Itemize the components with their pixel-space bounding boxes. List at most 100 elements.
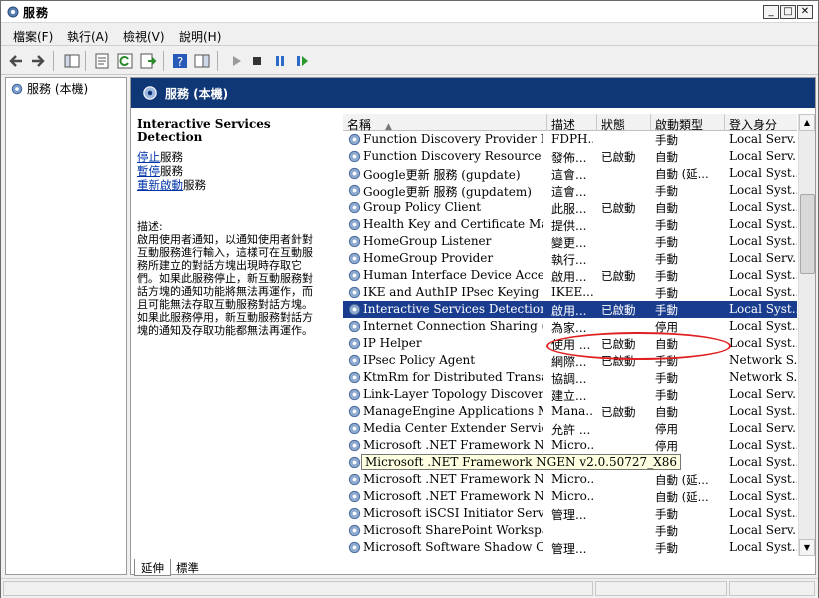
service-gear-icon <box>348 371 361 384</box>
tree-item-label: 服務 (本機) <box>27 82 89 96</box>
service-startup-type: 手動 <box>655 218 678 232</box>
service-row[interactable]: ManageEngine Applications Manager Mana...… <box>343 403 797 420</box>
status-bar <box>1 578 818 598</box>
service-log-on-as: Local Syst... <box>729 183 797 197</box>
service-row[interactable]: Microsoft Software Shadow Copy P... 管理...… <box>343 539 797 556</box>
service-log-on-as: Local Syst... <box>729 438 797 452</box>
service-row[interactable]: KtmRm for Distributed Transaction ... 協調.… <box>343 369 797 386</box>
service-row[interactable]: Microsoft .NET Framework NGEN ...Micro..… <box>343 488 797 505</box>
menu-view[interactable]: 檢視(V) <box>123 28 165 45</box>
description-line: 互動服務進行輸入，這樣可在互動服 <box>137 246 313 259</box>
column-header-startup-type[interactable]: 啟動類型 <box>651 114 725 131</box>
console-tree: 服務 (本機) <box>5 77 127 575</box>
vertical-scrollbar[interactable]: ▲ ▼ <box>798 114 815 556</box>
column-header-status[interactable]: 狀態 <box>597 114 651 131</box>
menu-help[interactable]: 說明(H) <box>179 28 221 45</box>
minimize-button[interactable]: _ <box>763 5 779 19</box>
back-arrow-icon[interactable] <box>7 52 25 70</box>
show-console-tree-icon[interactable] <box>63 52 81 70</box>
start-service-icon[interactable] <box>227 52 245 70</box>
menu-action[interactable]: 執行(A) <box>67 28 109 45</box>
service-row[interactable]: Microsoft iSCSI Initiator Service 管理... 手動… <box>343 505 797 522</box>
service-gear-icon <box>348 405 361 418</box>
service-status: 已啟動 <box>601 405 636 419</box>
service-row[interactable]: Function Discovery Resource Public... 發佈.… <box>343 148 797 165</box>
description-line: 話方塊的通知功能將無法再運作，而 <box>137 285 313 298</box>
service-status <box>601 251 649 267</box>
service-startup-type: 自動 (延... <box>655 167 709 181</box>
service-row[interactable]: HomeGroup Listener 變更... 手動 Local Syst... <box>343 233 797 250</box>
services-window: 服務 _ □ ✕ 檔案(F) 執行(A) 檢視(V) 說明(H) ? 服務 (本… <box>0 0 819 598</box>
service-name: HomeGroup Provider <box>363 251 494 265</box>
service-row[interactable]: IKE and AuthIP IPsec Keying Modu... IKEE.… <box>343 284 797 301</box>
properties-icon[interactable] <box>93 52 111 70</box>
service-name: IKE and AuthIP IPsec Keying Modu... <box>363 285 543 299</box>
services-list: 名稱 ▲ 描述 狀態 啟動類型 登入身分 Function Discovery P… <box>343 114 815 556</box>
service-description-cell: 提供... <box>551 219 587 233</box>
service-row[interactable]: HomeGroup Provider 執行... 手動 Local Serv... <box>343 250 797 267</box>
service-name: Link-Layer Topology Discovery Ma... <box>363 387 543 401</box>
service-gear-icon <box>348 456 361 469</box>
service-row[interactable]: Link-Layer Topology Discovery Ma... 建立...… <box>343 386 797 403</box>
service-row[interactable]: Microsoft SharePoint Workspace Au... 手動 Lo… <box>343 522 797 539</box>
menu-file[interactable]: 檔案(F) <box>13 28 53 45</box>
service-log-on-as: Local Syst... <box>729 268 797 282</box>
service-row[interactable]: Human Interface Device Access 啟用... 已啟動 手動 L… <box>343 267 797 284</box>
service-row[interactable]: Media Center Extender Service 允許 ... 停用 Loc… <box>343 420 797 437</box>
toolbar: ? <box>1 47 818 75</box>
refresh-icon[interactable] <box>116 52 134 70</box>
pause-service-icon[interactable] <box>271 52 289 70</box>
service-row[interactable]: Google更新 服務 (gupdate) 這會... 自動 (延... Local … <box>343 165 797 182</box>
service-name: Microsoft iSCSI Initiator Service <box>363 506 543 520</box>
column-header-description[interactable]: 描述 <box>547 114 597 131</box>
service-row[interactable]: Group Policy Client 此服... 已啟動 自動 Local Syst.… <box>343 199 797 216</box>
service-log-on-as: Local Syst... <box>729 200 797 214</box>
service-row[interactable]: Health Key and Certificate Manage... 提供..… <box>343 216 797 233</box>
help-icon[interactable]: ? <box>171 52 189 70</box>
service-status <box>601 285 649 301</box>
tree-item-services-local[interactable]: 服務 (本機) <box>10 80 88 96</box>
column-header-name[interactable]: 名稱 ▲ <box>343 114 547 131</box>
restart-service-icon[interactable] <box>293 52 311 70</box>
export-list-icon[interactable] <box>139 52 157 70</box>
service-gear-icon <box>348 150 361 163</box>
service-row[interactable]: Microsoft .NET Framework NGEN ...Micro..… <box>343 471 797 488</box>
service-startup-type: 停用 <box>655 422 678 436</box>
service-row[interactable]: Interactive Services Detection 啟用... 已啟動 手動… <box>343 301 797 318</box>
service-name: KtmRm for Distributed Transaction ... <box>363 370 543 384</box>
service-name: ManageEngine Applications Manager <box>363 404 543 418</box>
service-log-on-as: Local Serv... <box>729 132 797 146</box>
show-action-pane-icon[interactable] <box>193 52 211 70</box>
service-status: 已啟動 <box>601 201 636 215</box>
restart-service-link[interactable]: 重新啟動 <box>137 178 183 192</box>
service-row[interactable]: Function Discovery Provider Host FDPH... 手… <box>343 131 797 148</box>
service-startup-type: 手動 <box>655 371 678 385</box>
maximize-button[interactable]: □ <box>780 5 796 19</box>
service-log-on-as: Local Syst... <box>729 217 797 231</box>
scroll-thumb[interactable] <box>800 194 815 274</box>
service-status: 已啟動 <box>601 150 636 164</box>
service-gear-icon <box>348 303 361 316</box>
service-row[interactable]: Microsoft .NET Framework NGEN ...Micro..… <box>343 437 797 454</box>
service-description-cell: Micro... <box>551 438 593 452</box>
pause-service-link[interactable]: 暫停 <box>137 164 160 178</box>
service-startup-type: 手動 <box>655 507 678 521</box>
service-row[interactable]: Internet Connection Sharing (ICS)為家...停用… <box>343 318 797 335</box>
service-row[interactable]: Microsoft .NET Framework NGEN ...Micro..… <box>343 454 797 471</box>
service-startup-type: 自動 <box>655 201 678 215</box>
service-gear-icon <box>348 388 361 401</box>
stop-service-icon[interactable] <box>248 52 266 70</box>
tab-extended[interactable]: 延伸 <box>134 559 171 576</box>
service-gear-icon <box>348 201 361 214</box>
forward-arrow-icon[interactable] <box>29 52 47 70</box>
stop-service-link[interactable]: 停止 <box>137 150 160 164</box>
column-header-log-on-as[interactable]: 登入身分 <box>725 114 797 131</box>
scroll-down-button[interactable]: ▼ <box>799 539 815 556</box>
scroll-up-button[interactable]: ▲ <box>799 114 815 131</box>
service-startup-type: 手動 <box>655 133 678 147</box>
close-button[interactable]: ✕ <box>797 5 813 19</box>
service-status <box>601 489 649 505</box>
tab-standard[interactable]: 標準 <box>170 559 205 576</box>
service-startup-type: 手動 <box>655 541 678 555</box>
service-row[interactable]: Google更新 服務 (gupdatem) 這會... 手動 Local Syst.… <box>343 182 797 199</box>
